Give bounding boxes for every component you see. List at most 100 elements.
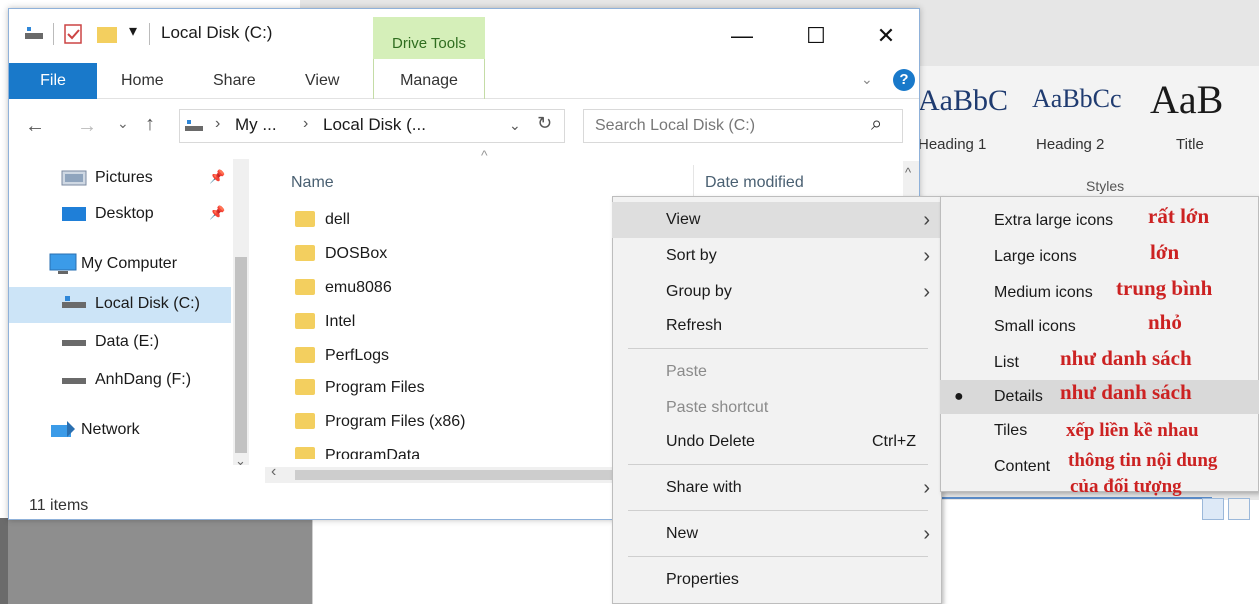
close-button[interactable]: ✕ <box>861 21 911 51</box>
search-icon[interactable]: ⌕ <box>871 113 882 136</box>
status-item-count: 11 items <box>29 497 89 514</box>
help-icon[interactable]: ? <box>893 69 915 91</box>
minimize-button[interactable]: — <box>717 21 767 51</box>
folder-icon <box>295 278 315 295</box>
nav-item-network[interactable]: Network <box>81 413 140 447</box>
nav-item-local-disk[interactable]: Local Disk (C:) <box>95 287 200 321</box>
nav-scrollbar-thumb[interactable] <box>235 257 247 453</box>
window-title: Local Disk (C:) <box>161 23 273 42</box>
drive-small-icon[interactable] <box>23 25 45 43</box>
scroll-up-icon[interactable]: ^ <box>905 165 911 180</box>
styles-group-label: Styles <box>1086 178 1125 194</box>
annotation-extra-large: rất lớn <box>1148 204 1210 228</box>
web-layout-view-icon[interactable] <box>1228 498 1250 520</box>
recent-locations-button[interactable]: ⌄ <box>117 115 129 132</box>
chevron-right-icon: › <box>923 209 930 231</box>
file-name: PerfLogs <box>325 347 390 364</box>
list-item[interactable]: dell <box>295 203 350 237</box>
list-item[interactable]: emu8086 <box>295 271 392 305</box>
tab-file[interactable]: File <box>9 63 97 99</box>
menu-item-refresh[interactable]: Refresh <box>612 308 942 344</box>
up-button[interactable]: ↑ <box>145 113 155 136</box>
list-item[interactable]: Program Files <box>295 371 425 405</box>
file-name: Program Files <box>325 379 425 396</box>
style-preview-heading2[interactable]: AaBbCc <box>1032 84 1122 114</box>
nav-scroll-down-icon[interactable]: ⌄ <box>235 453 246 469</box>
menu-item-paste-shortcut[interactable]: Paste shortcut <box>612 390 942 426</box>
list-item[interactable]: Intel <box>295 305 355 339</box>
nav-item-pictures[interactable]: Pictures <box>95 161 153 195</box>
scroll-left-icon[interactable]: ‹ <box>271 463 276 481</box>
style-label-heading2: Heading 2 <box>1036 136 1105 153</box>
breadcrumb-separator[interactable]: › <box>215 115 220 133</box>
nav-item-data-drive[interactable]: Data (E:) <box>95 325 159 359</box>
properties-check-icon[interactable] <box>63 23 83 45</box>
expand-ribbon-icon[interactable]: ⌄ <box>861 71 873 88</box>
annotation-details: như danh sách <box>1060 380 1192 404</box>
maximize-button[interactable]: ☐ <box>791 21 841 51</box>
network-icon <box>51 421 75 437</box>
annotation-list: như danh sách <box>1060 346 1192 370</box>
tab-share[interactable]: Share <box>213 63 256 99</box>
divider <box>53 23 54 45</box>
drive-tools-context-label: Drive Tools <box>373 17 485 59</box>
list-item[interactable]: ProgramData <box>295 439 420 459</box>
folder-icon <box>295 312 315 329</box>
tab-view[interactable]: View <box>305 63 339 99</box>
nav-item-desktop[interactable]: Desktop <box>95 197 154 231</box>
file-name: dell <box>325 211 350 228</box>
list-item[interactable]: PerfLogs <box>295 339 389 373</box>
pin-icon[interactable]: 📌 <box>209 205 225 221</box>
style-label-heading1: Heading 1 <box>918 136 987 153</box>
breadcrumb-my-computer[interactable]: My ... <box>235 115 277 135</box>
style-preview-heading1[interactable]: AaBbC <box>918 84 1008 118</box>
refresh-icon[interactable]: ↻ <box>537 113 552 134</box>
tab-home[interactable]: Home <box>121 63 164 99</box>
shortcut-label: Ctrl+Z <box>872 433 916 450</box>
horizontal-scrollbar-thumb[interactable] <box>295 470 625 480</box>
menu-separator <box>628 348 928 349</box>
menu-item-share-with[interactable]: Share with › <box>612 470 942 506</box>
breadcrumb-separator[interactable]: › <box>303 115 308 133</box>
folder-icon <box>295 244 315 261</box>
search-placeholder: Search Local Disk (C:) <box>595 117 756 134</box>
chevron-right-icon: › <box>923 477 930 499</box>
file-name: DOSBox <box>325 245 388 262</box>
annotation-tiles: xếp liền kề nhau <box>1066 420 1199 441</box>
tab-manage[interactable]: Manage <box>373 59 485 99</box>
chevron-right-icon: › <box>923 245 930 267</box>
nav-item-my-computer[interactable]: My Computer <box>81 247 177 281</box>
list-item[interactable]: Program Files (x86) <box>295 405 465 439</box>
new-folder-icon[interactable] <box>95 23 119 45</box>
forward-button[interactable]: → <box>77 115 97 138</box>
print-layout-view-icon[interactable] <box>1202 498 1224 520</box>
nav-item-anhdang-drive[interactable]: AnhDang (F:) <box>95 363 191 397</box>
address-dropdown-icon[interactable]: ⌄ <box>509 117 521 134</box>
annotation-medium: trung bình <box>1116 276 1213 300</box>
selected-bullet-icon: ● <box>954 388 964 405</box>
desktop-icon <box>62 207 86 221</box>
submenu-item-small-icons[interactable]: Small icons <box>940 310 1259 344</box>
divider <box>149 23 150 45</box>
annotation-small: nhỏ <box>1148 310 1182 334</box>
column-header-name[interactable]: Name <box>291 163 334 203</box>
drive-icon <box>62 378 86 384</box>
back-button[interactable]: ← <box>25 115 45 138</box>
submenu-item-extra-large-icons[interactable]: Extra large icons <box>940 204 1259 238</box>
pin-icon[interactable]: 📌 <box>209 169 225 185</box>
annotation-content-line2: của đối tượng <box>1070 476 1182 497</box>
breadcrumb-local-disk[interactable]: Local Disk (... <box>323 115 426 135</box>
menu-item-undo-delete[interactable]: Undo Delete Ctrl+Z <box>612 424 942 460</box>
menu-item-paste[interactable]: Paste <box>612 354 942 390</box>
menu-item-group-by[interactable]: Group by › <box>612 274 942 310</box>
menu-item-view[interactable]: View › <box>612 202 942 238</box>
list-item[interactable]: DOSBox <box>295 237 387 271</box>
style-label-title: Title <box>1176 136 1204 153</box>
style-preview-title[interactable]: AaB <box>1150 76 1223 123</box>
submenu-item-large-icons[interactable]: Large icons <box>940 240 1259 274</box>
menu-item-sort-by[interactable]: Sort by › <box>612 238 942 274</box>
menu-item-new[interactable]: New › <box>612 516 942 552</box>
drive-icon <box>62 296 86 308</box>
customize-quick-access-icon[interactable]: ▾ <box>129 21 137 41</box>
menu-item-properties[interactable]: Properties <box>612 562 942 598</box>
